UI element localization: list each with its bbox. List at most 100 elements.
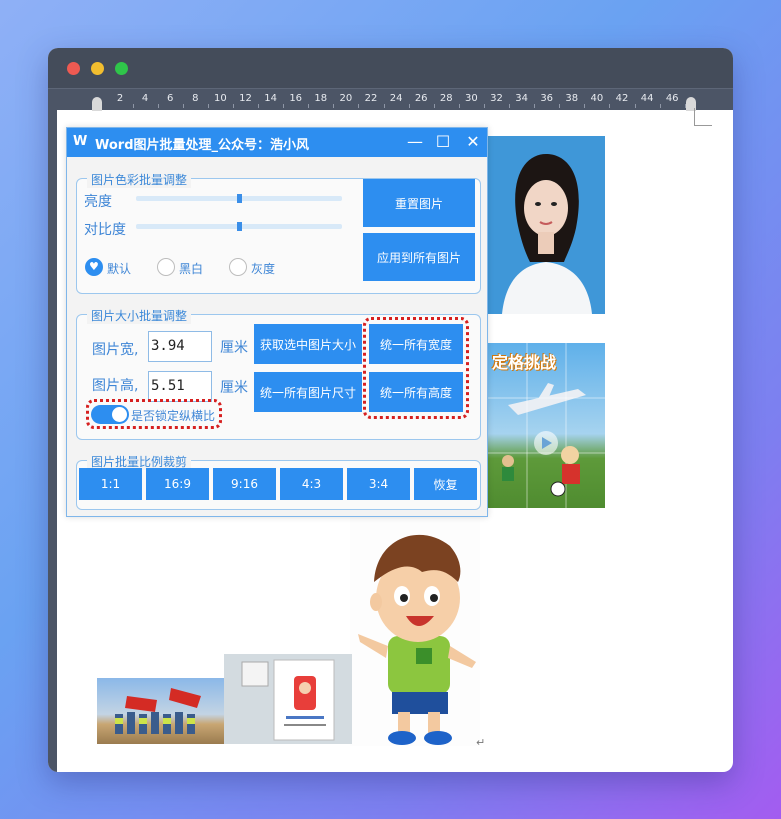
- ruler-tick-mark: [182, 104, 184, 108]
- height-unit-label: 厘米: [220, 380, 248, 396]
- ruler-tick-mark: [559, 104, 561, 108]
- ruler-tick-label: 38: [565, 93, 579, 104]
- ruler-tick-label: 28: [439, 93, 453, 104]
- paragraph-return-mark: ↵: [476, 736, 486, 749]
- brightness-label: 亮度: [84, 194, 112, 210]
- ruler-tick-label: 6: [167, 93, 174, 104]
- get-selected-size-button[interactable]: 获取选中图片大小: [254, 324, 362, 364]
- ruler-tick-mark: [333, 104, 335, 108]
- page-left-margin: [48, 110, 57, 772]
- crop-ratio-group: 图片批量比例裁剪 1:1 16:9 9:16 4:3 3:4 恢复: [76, 453, 481, 510]
- ruler-tick-mark: [659, 104, 661, 108]
- ruler-tick-mark: [283, 104, 285, 108]
- width-input[interactable]: 3.94: [148, 331, 212, 362]
- dialog-title: Word图片批量处理_公众号：浩小风: [95, 138, 310, 153]
- ruler-tick-label: 46: [665, 93, 679, 104]
- ruler-tick-label: 22: [364, 93, 378, 104]
- margin-corner-mark: [694, 108, 712, 126]
- contrast-slider[interactable]: [136, 222, 342, 231]
- ruler-tick-label: 42: [615, 93, 629, 104]
- horizontal-ruler[interactable]: 2 4 6 8 10 12 14 16 18 20 22 24 26 28 30 32 34 36 38 40 42 44…: [48, 88, 733, 111]
- brightness-slider[interactable]: [136, 194, 342, 203]
- size-group-legend: 图片大小批量调整: [87, 307, 192, 324]
- ruler-tick-label: 16: [289, 93, 303, 104]
- ruler-tick-mark: [383, 104, 385, 108]
- height-label: 图片高,: [92, 378, 139, 394]
- color-group-legend: 图片色彩批量调整: [87, 171, 192, 188]
- ruler-tick-label: 34: [515, 93, 528, 104]
- ruler-tick-mark: [483, 104, 485, 108]
- ruler-tick-mark: [132, 104, 134, 108]
- ruler-tick-label: 30: [465, 93, 478, 104]
- ruler-tick-label: 2: [116, 93, 124, 104]
- ruler-tick-label: 32: [490, 93, 503, 104]
- crop-restore-button[interactable]: 恢复: [414, 468, 477, 500]
- portrait-photo[interactable]: [488, 136, 605, 314]
- mode-gray-label: 灰度: [251, 262, 276, 276]
- batch-image-dialog: W Word图片批量处理_公众号：浩小风 — ☐ ✕ 图片色彩批量调整 亮度 对…: [66, 127, 488, 517]
- mode-bw-label: 黑白: [179, 262, 204, 276]
- height-input[interactable]: 5.51: [148, 371, 212, 402]
- crop-1-1-button[interactable]: 1:1: [79, 468, 142, 500]
- highlight-lock-ratio-box: [86, 399, 222, 429]
- ruler-tick-mark: [634, 104, 636, 108]
- ruler-tick-label: 44: [640, 93, 654, 104]
- dialog-titlebar: W Word图片批量处理_公众号：浩小风 — ☐ ✕: [67, 128, 487, 157]
- brightness-slider-thumb[interactable]: [237, 194, 242, 203]
- ruler-tick-mark: [584, 104, 586, 108]
- ruler-tick-mark: [157, 104, 159, 108]
- close-window-dot[interactable]: [67, 62, 80, 75]
- ruler-tick-mark: [308, 104, 310, 108]
- zoom-window-dot[interactable]: [115, 62, 128, 75]
- mode-default-label: 默认: [107, 262, 132, 276]
- size-adjust-group: 图片大小批量调整 图片宽, 3.94 厘米 图片高, 5.51 厘米 获取选中图…: [76, 307, 481, 440]
- mode-default-radio[interactable]: [85, 258, 103, 276]
- ruler-tick-mark: [534, 104, 536, 108]
- right-indent-marker[interactable]: [686, 97, 696, 111]
- soccer-banner-text: 定格挑战: [492, 353, 557, 372]
- crop-3-4-button[interactable]: 3:4: [347, 468, 410, 500]
- unify-all-size-button[interactable]: 统一所有图片尺寸: [254, 372, 362, 412]
- crop-9-16-button[interactable]: 9:16: [213, 468, 276, 500]
- ruler-tick-mark: [258, 104, 259, 108]
- ruler-tick-label: 18: [314, 93, 328, 104]
- ruler-tick-label: 36: [540, 93, 554, 104]
- ruler-tick-label: 24: [389, 93, 403, 104]
- ruler-tick-mark: [458, 104, 460, 108]
- minimize-window-dot[interactable]: [91, 62, 104, 75]
- ruler-tick-mark: [433, 104, 435, 108]
- contrast-label: 对比度: [84, 222, 126, 238]
- mode-bw-radio[interactable]: [157, 258, 175, 276]
- crop-16-9-button[interactable]: 16:9: [146, 468, 209, 500]
- ruler-tick-mark: [232, 104, 234, 108]
- ruler-tick-label: 12: [239, 93, 252, 104]
- left-indent-marker[interactable]: [92, 97, 102, 111]
- group-photo-image[interactable]: [97, 678, 225, 744]
- ruler-tick-label: 40: [590, 93, 604, 104]
- width-unit-label: 厘米: [220, 340, 248, 356]
- contrast-slider-thumb[interactable]: [237, 222, 242, 231]
- highlight-width-height-box: [363, 317, 469, 419]
- mode-gray-radio[interactable]: [229, 258, 247, 276]
- small-screenshot-image[interactable]: [224, 654, 352, 744]
- window-titlebar: [48, 48, 733, 88]
- cartoon-boy-image[interactable]: [350, 516, 480, 746]
- word-window: 2 4 6 8 10 12 14 16 18 20 22 24 26 28 30 32 34 36 38 40 42 44…: [48, 48, 733, 772]
- ruler-tick-mark: [509, 104, 510, 108]
- apply-all-images-button[interactable]: 应用到所有图片: [363, 233, 475, 281]
- width-label: 图片宽,: [92, 342, 139, 358]
- ruler-tick-mark: [207, 104, 209, 108]
- ruler-tick-label: 8: [192, 93, 199, 104]
- ruler-tick-label: 10: [214, 93, 227, 104]
- reset-image-button[interactable]: 重置图片: [363, 179, 475, 227]
- crop-4-3-button[interactable]: 4:3: [280, 468, 343, 500]
- minimize-icon[interactable]: —: [403, 131, 427, 153]
- color-adjust-group: 图片色彩批量调整 亮度 对比度 重置图片 应用到所有图片 默认 黑白 灰度: [76, 171, 481, 294]
- soccer-challenge-image[interactable]: 定格挑战: [488, 343, 605, 508]
- ruler-tick-mark: [358, 104, 360, 108]
- close-icon[interactable]: ✕: [461, 131, 485, 153]
- ruler-tick-label: 20: [339, 93, 353, 104]
- ruler-tick-label: 4: [141, 93, 149, 104]
- maximize-icon[interactable]: ☐: [431, 131, 455, 153]
- ruler-tick-label: 26: [414, 93, 428, 104]
